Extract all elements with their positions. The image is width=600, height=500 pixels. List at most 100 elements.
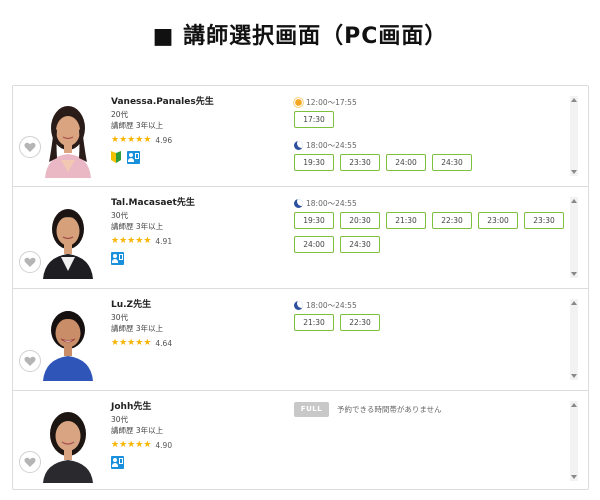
favorite-heart-button[interactable] (19, 350, 41, 372)
rating: ★ ★ ★ ★ ★ 4.90 (111, 438, 281, 452)
star-icon: ★ (143, 134, 152, 145)
time-slot-button[interactable]: 19:30 (294, 154, 334, 171)
star-icon: ★ (127, 439, 136, 450)
teacher-experience: 講師歴 3年以上 (111, 222, 164, 231)
badges (111, 150, 281, 164)
teacher-card[interactable]: Vanessa.Panales先生 20代 講師歴 3年以上 ★ ★ ★ ★ ★ 4.9… (13, 86, 588, 187)
teacher-photo[interactable] (31, 199, 105, 279)
teacher-age: 20代 (111, 110, 129, 119)
scroll-down-icon[interactable] (571, 170, 577, 174)
time-slot-button[interactable]: 22:30 (340, 314, 380, 331)
star-icon: ★ (143, 235, 152, 246)
time-slot-button[interactable]: 24:00 (386, 154, 426, 171)
time-range: 12:00〜17:55 (306, 97, 357, 107)
scroll-down-icon[interactable] (571, 475, 577, 479)
time-slot-button[interactable]: 21:30 (294, 314, 334, 331)
scroll-down-icon[interactable] (571, 374, 577, 378)
star-icon: ★ (143, 337, 152, 348)
scroll-down-icon[interactable] (571, 272, 577, 276)
card-scrollbar[interactable] (570, 96, 578, 176)
moon-icon (294, 140, 303, 150)
rating: ★ ★ ★ ★ ★ 4.96 (111, 133, 281, 147)
slot-group-evening: 18:00〜24:55 19:30 20:30 21:30 22:30 23:0… (294, 197, 576, 260)
time-slot-button[interactable]: 20:30 (340, 212, 380, 229)
teacher-experience: 講師歴 3年以上 (111, 121, 164, 130)
teacher-badge-icon (111, 455, 124, 469)
time-range: 18:00〜24:55 (306, 198, 357, 208)
teacher-badge-icon (111, 251, 124, 265)
time-slot-button[interactable]: 24:30 (432, 154, 472, 171)
slot-group-evening: 18:00〜24:55 19:30 23:30 24:00 24:30 (294, 139, 576, 178)
star-icon: ★ (119, 134, 128, 145)
star-icon: ★ (111, 134, 120, 145)
moon-icon (294, 300, 303, 310)
time-slot-button[interactable]: 19:30 (294, 212, 334, 229)
star-icon: ★ (135, 337, 144, 348)
available-slots: FULL 予約できる時間帯がありません (294, 401, 576, 417)
teacher-name[interactable]: Tal.Macasaet先生 (111, 197, 281, 210)
scroll-up-icon[interactable] (571, 403, 577, 407)
star-icon: ★ (143, 439, 152, 450)
star-icon: ★ (135, 134, 144, 145)
star-icon: ★ (135, 235, 144, 246)
teacher-card[interactable]: Tal.Macasaet先生 30代 講師歴 3年以上 ★ ★ ★ ★ ★ 4.91 1… (13, 187, 588, 289)
time-slot-button[interactable]: 23:30 (340, 154, 380, 171)
teacher-info: Vanessa.Panales先生 20代 講師歴 3年以上 ★ ★ ★ ★ ★ 4.9… (111, 96, 281, 164)
teacher-name[interactable]: Lu.Z先生 (111, 299, 281, 312)
teacher-photo[interactable] (31, 403, 105, 483)
star-icon: ★ (111, 235, 120, 246)
scroll-up-icon[interactable] (571, 199, 577, 203)
teacher-name[interactable]: Johh先生 (111, 401, 281, 414)
favorite-heart-button[interactable] (19, 251, 41, 273)
star-icon: ★ (135, 439, 144, 450)
teacher-list: Vanessa.Panales先生 20代 講師歴 3年以上 ★ ★ ★ ★ ★ 4.9… (12, 85, 589, 490)
available-slots: 18:00〜24:55 19:30 20:30 21:30 22:30 23:0… (294, 197, 576, 264)
star-icon: ★ (119, 337, 128, 348)
full-status: FULL 予約できる時間帯がありません (294, 401, 576, 417)
badges (111, 455, 281, 469)
teacher-age: 30代 (111, 415, 129, 424)
scroll-up-icon[interactable] (571, 98, 577, 102)
rating: ★ ★ ★ ★ ★ 4.91 (111, 234, 281, 248)
scroll-up-icon[interactable] (571, 301, 577, 305)
full-badge: FULL (294, 401, 329, 417)
teacher-info: Lu.Z先生 30代 講師歴 3年以上 ★ ★ ★ ★ ★ 4.64 (111, 299, 281, 350)
rating-score: 4.64 (155, 338, 173, 348)
time-slot-button[interactable]: 24:00 (294, 236, 334, 253)
teacher-age: 30代 (111, 211, 129, 220)
teacher-info: Tal.Macasaet先生 30代 講師歴 3年以上 ★ ★ ★ ★ ★ 4.91 (111, 197, 281, 265)
rating-score: 4.90 (155, 440, 173, 450)
slot-group-daytime: 12:00〜17:55 17:30 (294, 96, 576, 135)
time-slot-button[interactable]: 23:30 (524, 212, 564, 229)
star-icon: ★ (119, 439, 128, 450)
card-scrollbar[interactable] (570, 299, 578, 380)
slot-group-evening: 18:00〜24:55 21:30 22:30 (294, 299, 576, 338)
time-slot-button[interactable]: 24:30 (340, 236, 380, 253)
teacher-badge-icon (127, 150, 140, 164)
teacher-card[interactable]: Lu.Z先生 30代 講師歴 3年以上 ★ ★ ★ ★ ★ 4.64 18:00〜24:… (13, 289, 588, 391)
card-scrollbar[interactable] (570, 197, 578, 278)
favorite-heart-button[interactable] (19, 451, 41, 473)
star-icon: ★ (111, 439, 120, 450)
star-icon: ★ (111, 337, 120, 348)
badges (111, 251, 281, 265)
time-range: 18:00〜24:55 (306, 300, 357, 310)
time-slot-button[interactable]: 23:00 (478, 212, 518, 229)
time-range: 18:00〜24:55 (306, 140, 357, 150)
moon-icon (294, 198, 303, 208)
rating: ★ ★ ★ ★ ★ 4.64 (111, 336, 281, 350)
beginner-mark-icon (111, 151, 121, 163)
available-slots: 12:00〜17:55 17:30 18:00〜24:55 19:30 23:3… (294, 96, 576, 182)
time-slot-button[interactable]: 21:30 (386, 212, 426, 229)
teacher-photo[interactable] (31, 98, 105, 178)
time-slot-button[interactable]: 17:30 (294, 111, 334, 128)
time-slot-button[interactable]: 22:30 (432, 212, 472, 229)
teacher-photo[interactable] (31, 301, 105, 381)
teacher-experience: 講師歴 3年以上 (111, 324, 164, 333)
sun-icon (295, 98, 302, 106)
favorite-heart-button[interactable] (19, 136, 41, 158)
teacher-card[interactable]: Johh先生 30代 講師歴 3年以上 ★ ★ ★ ★ ★ 4.90 FULL 予約でき… (13, 391, 588, 489)
card-scrollbar[interactable] (570, 401, 578, 481)
teacher-name[interactable]: Vanessa.Panales先生 (111, 96, 281, 109)
page-title: ■ 講師選択画面（PC画面） (152, 24, 448, 49)
